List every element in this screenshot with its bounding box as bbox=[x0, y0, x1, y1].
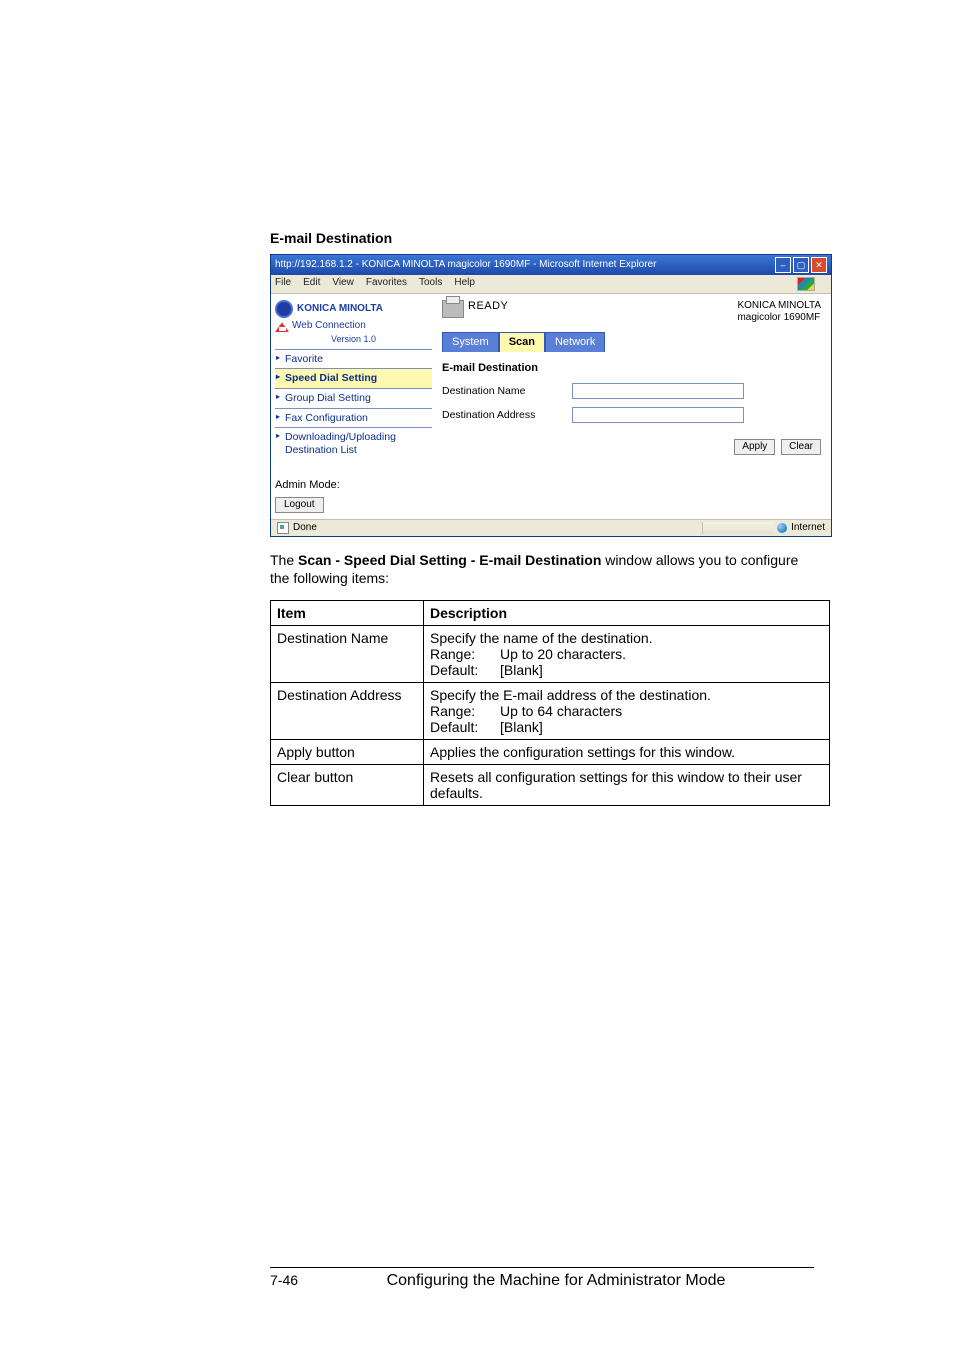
cell-item: Destination Name bbox=[271, 626, 424, 683]
description-table: Item Description Destination Name Specif… bbox=[270, 600, 830, 806]
sidebar: KONICA MINOLTA Web Connection Version 1.… bbox=[271, 294, 436, 519]
destination-name-label: Destination Name bbox=[442, 385, 572, 398]
th-item: Item bbox=[271, 601, 424, 626]
destination-name-input[interactable] bbox=[572, 383, 744, 399]
default-val: [Blank] bbox=[500, 662, 543, 678]
range-key: Range: bbox=[430, 646, 500, 662]
pagescope-icon bbox=[275, 320, 289, 332]
menu-favorites[interactable]: Favorites bbox=[366, 277, 407, 291]
range-key: Range: bbox=[430, 703, 500, 719]
cell-desc: Specify the name of the destination. Ran… bbox=[424, 626, 830, 683]
screenshot-window: http://192.168.1.2 - KONICA MINOLTA magi… bbox=[270, 254, 832, 537]
window-minimize-button[interactable]: – bbox=[775, 257, 791, 273]
cell-desc: Resets all configuration settings for th… bbox=[424, 765, 830, 806]
table-row: Clear button Resets all configuration se… bbox=[271, 765, 830, 806]
printer-icon bbox=[442, 300, 464, 318]
lead-paragraph: The Scan - Speed Dial Setting - E-mail D… bbox=[270, 551, 814, 589]
window-title: http://192.168.1.2 - KONICA MINOLTA magi… bbox=[275, 259, 773, 271]
nav-download-upload-destination-list[interactable]: Downloading/Uploading Destination List bbox=[275, 427, 432, 459]
range-val: Up to 64 characters bbox=[500, 703, 622, 719]
apply-button[interactable]: Apply bbox=[734, 439, 775, 455]
nav-speed-dial-setting[interactable]: Speed Dial Setting bbox=[275, 368, 432, 388]
desc-line: Specify the E-mail address of the destin… bbox=[430, 687, 823, 703]
admin-mode-label: Admin Mode: bbox=[275, 479, 432, 492]
menu-bar: File Edit View Favorites Tools Help bbox=[271, 275, 831, 294]
status-ready: READY bbox=[468, 300, 508, 313]
content-area: KONICA MINOLTA Web Connection Version 1.… bbox=[271, 294, 831, 519]
status-bar: Done Internet bbox=[271, 519, 831, 536]
destination-address-input[interactable] bbox=[572, 407, 744, 423]
footer-title: Configuring the Machine for Administrato… bbox=[298, 1272, 814, 1290]
window-maximize-button[interactable]: ▢ bbox=[793, 257, 809, 273]
internet-zone-icon bbox=[777, 523, 787, 533]
version-label: Version 1.0 bbox=[275, 334, 432, 345]
device-model: magicolor 1690MF bbox=[737, 312, 821, 324]
ie-logo-icon bbox=[797, 277, 815, 291]
brand-text: KONICA MINOLTA bbox=[297, 303, 383, 315]
menu-edit[interactable]: Edit bbox=[303, 277, 320, 291]
cell-desc: Specify the E-mail address of the destin… bbox=[424, 683, 830, 740]
nav-favorite[interactable]: Favorite bbox=[275, 349, 432, 369]
section-heading: E-mail Destination bbox=[270, 230, 814, 246]
menu-file[interactable]: File bbox=[275, 277, 291, 291]
page-number: 7-46 bbox=[270, 1272, 298, 1288]
footer-rule bbox=[270, 1267, 814, 1268]
table-row: Destination Address Specify the E-mail a… bbox=[271, 683, 830, 740]
table-row: Apply button Applies the configuration s… bbox=[271, 740, 830, 765]
menu-view[interactable]: View bbox=[332, 277, 354, 291]
default-val: [Blank] bbox=[500, 719, 543, 735]
status-done-text: Done bbox=[293, 522, 317, 534]
cell-item: Clear button bbox=[271, 765, 424, 806]
nav-group-dial-setting[interactable]: Group Dial Setting bbox=[275, 388, 432, 408]
cell-desc: Applies the configuration settings for t… bbox=[424, 740, 830, 765]
menu-help[interactable]: Help bbox=[454, 277, 475, 291]
th-description: Description bbox=[424, 601, 830, 626]
clear-button[interactable]: Clear bbox=[781, 439, 821, 455]
cell-item: Destination Address bbox=[271, 683, 424, 740]
destination-address-label: Destination Address bbox=[442, 409, 572, 422]
default-key: Default: bbox=[430, 662, 500, 678]
window-titlebar: http://192.168.1.2 - KONICA MINOLTA magi… bbox=[271, 255, 831, 275]
menu-tools[interactable]: Tools bbox=[419, 277, 442, 291]
table-row: Destination Name Specify the name of the… bbox=[271, 626, 830, 683]
default-key: Default: bbox=[430, 719, 500, 735]
product-name: Web Connection bbox=[292, 320, 366, 332]
tab-system[interactable]: System bbox=[442, 332, 499, 352]
tab-scan[interactable]: Scan bbox=[499, 332, 545, 352]
status-internet-text: Internet bbox=[791, 522, 825, 534]
window-close-button[interactable]: ✕ bbox=[811, 257, 827, 273]
range-val: Up to 20 characters. bbox=[500, 646, 626, 662]
form-heading: E-mail Destination bbox=[442, 362, 821, 375]
desc-line: Specify the name of the destination. bbox=[430, 630, 823, 646]
tab-bar: System Scan Network bbox=[442, 332, 821, 352]
cell-item: Apply button bbox=[271, 740, 424, 765]
device-brand: KONICA MINOLTA bbox=[737, 300, 821, 312]
logout-button[interactable]: Logout bbox=[275, 497, 324, 513]
nav-fax-configuration[interactable]: Fax Configuration bbox=[275, 408, 432, 428]
tab-network[interactable]: Network bbox=[545, 332, 605, 352]
brand-logo-icon bbox=[275, 300, 293, 318]
status-segment bbox=[702, 522, 773, 534]
main-pane: READY KONICA MINOLTA magicolor 1690MF Sy… bbox=[436, 294, 831, 519]
lead-part-a: The bbox=[270, 552, 298, 568]
done-icon bbox=[277, 522, 289, 534]
lead-bold: Scan - Speed Dial Setting - E-mail Desti… bbox=[298, 552, 601, 568]
